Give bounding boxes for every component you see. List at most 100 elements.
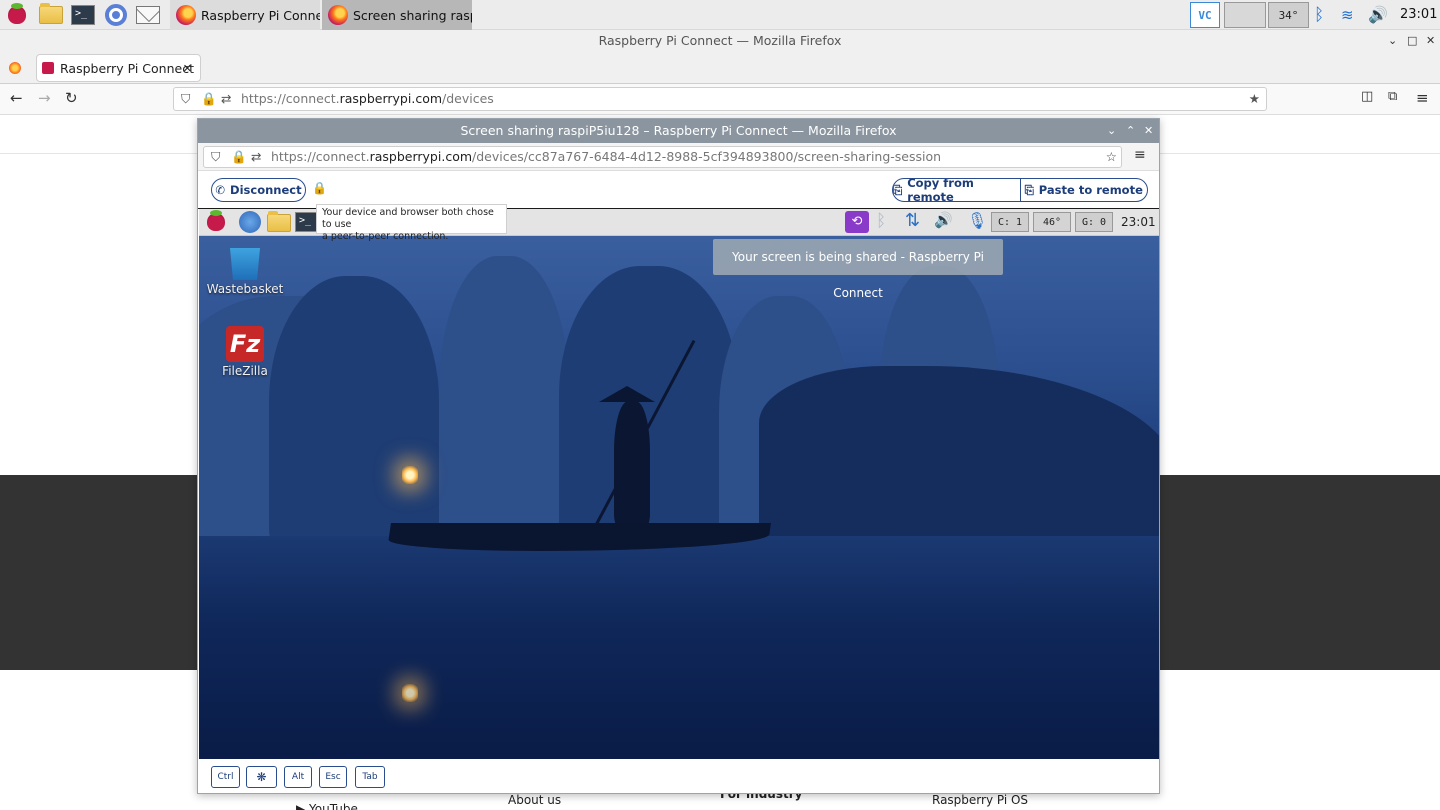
tab-key-button[interactable]: Tab (355, 766, 385, 788)
remote-file-manager-icon[interactable] (267, 211, 291, 232)
tab-close-icon[interactable]: ✕ (183, 62, 192, 75)
bluetooth-icon[interactable]: ᛒ (1314, 4, 1324, 26)
popup-minimize-icon[interactable]: ⌄ (1107, 119, 1116, 143)
minimize-icon[interactable]: ⌄ (1388, 30, 1397, 52)
raspberry-menu-icon[interactable] (5, 3, 29, 27)
popup-menu-icon[interactable]: ≡ (1134, 147, 1146, 163)
remote-network-icon[interactable]: ⇅ (905, 210, 920, 231)
remote-connect-icon[interactable]: ⟲ (845, 211, 869, 233)
bookmark-star-icon[interactable]: ☆ (1106, 147, 1117, 167)
host-tab-label: Raspberry Pi Connect (60, 60, 194, 76)
remote-microphone-icon[interactable]: 🎙 (967, 211, 987, 230)
maximize-icon[interactable]: □ (1407, 30, 1417, 52)
pocket-icon[interactable]: ◫ (1361, 89, 1373, 104)
host-tab-raspberry-pi-connect[interactable]: Raspberry Pi Connect ✕ (36, 54, 201, 82)
shield-icon[interactable]: ⛉ (211, 147, 220, 167)
extensions-icon[interactable]: ⧉ (1388, 89, 1397, 104)
host-window-title: Raspberry Pi Connect — Mozilla Firefox (0, 30, 1440, 52)
filezilla-icon[interactable]: Fz (226, 326, 264, 362)
shield-icon[interactable]: ⛉ (181, 88, 190, 110)
peer-to-peer-tooltip: Your device and browser both chose to us… (316, 204, 507, 242)
terminal-icon[interactable]: >_ (71, 3, 95, 27)
footer-os-link[interactable]: Raspberry Pi OS (932, 793, 1028, 807)
ctrl-key-button[interactable]: Ctrl (211, 766, 240, 788)
url-path: /devices/cc87a767-6484-4d12-8988-5cf3948… (472, 149, 942, 164)
clipboard-icon: ⎘ (1024, 182, 1034, 197)
filezilla-glyph: Fz (229, 330, 261, 358)
url-prefix: https://connect. (241, 91, 340, 106)
vnc-icon[interactable]: VC (1190, 2, 1220, 28)
task-label: Screen sharing raspi... (353, 7, 472, 23)
remote-terminal-icon[interactable]: >_ (295, 212, 317, 232)
mail-icon[interactable] (136, 3, 160, 27)
host-url-bar[interactable]: ⛉ 🔒 ⇄ https://connect.raspberrypi.com/de… (173, 87, 1267, 111)
taskbar-clock[interactable]: 23:01 (1400, 7, 1437, 22)
lock-icon[interactable]: 🔒 (231, 147, 247, 167)
bookmark-star-icon[interactable]: ★ (1249, 88, 1260, 110)
esc-key-button[interactable]: Esc (319, 766, 347, 788)
filezilla-label[interactable]: FileZilla (199, 364, 295, 378)
permissions-icon[interactable]: ⇄ (221, 88, 231, 110)
disconnect-label: Disconnect (230, 183, 302, 197)
copy-from-remote-button[interactable]: ⎘ Copy from remote (893, 179, 1020, 201)
wallpaper-lantern-reflection (402, 684, 418, 702)
wastebasket-icon[interactable] (230, 248, 260, 280)
wastebasket-label[interactable]: Wastebasket (199, 282, 295, 296)
disconnect-button[interactable]: ✆ Disconnect (211, 178, 306, 202)
lock-icon[interactable]: 🔒 (201, 88, 217, 110)
back-icon[interactable]: ← (10, 89, 23, 107)
remote-raspberry-menu-icon[interactable] (207, 210, 225, 231)
footer-about-link[interactable]: About us (508, 793, 561, 807)
task-screen-sharing[interactable]: Screen sharing raspi... (322, 0, 472, 30)
remote-cpu-readout: C: 1 (991, 212, 1029, 232)
taskbar: >_ Raspberry Pi Connec... Screen sharing… (0, 0, 1440, 30)
popup-maximize-icon[interactable]: ⌃ (1126, 119, 1135, 143)
alt-key-button[interactable]: Alt (284, 766, 312, 788)
url-domain: raspberrypi.com (339, 91, 443, 106)
remote-temp-readout: 46° (1033, 212, 1071, 232)
chromium-icon[interactable] (104, 3, 128, 27)
url-prefix: https://connect. (271, 149, 370, 164)
phone-icon: ✆ (215, 183, 226, 197)
tooltip-line-1: Your device and browser both chose to us… (322, 207, 494, 230)
wallpaper-mountain (439, 256, 569, 556)
task-raspberry-pi-connect[interactable]: Raspberry Pi Connec... (170, 0, 320, 30)
url-domain: raspberrypi.com (369, 149, 473, 164)
tooltip-line-2: a peer-to-peer connection. (322, 231, 449, 242)
url-path: /devices (442, 91, 494, 106)
firefox-icon (176, 5, 196, 25)
screen-shared-notification[interactable]: Your screen is being shared - Raspberry … (713, 239, 1003, 300)
clipboard-icon: ⎘ (893, 182, 903, 197)
footer-youtube-link[interactable]: ▶ YouTube (296, 802, 358, 810)
remote-screen[interactable]: >_ ⟲ ᛒ ⇅ 🔊 🎙 C: 1 46° G: 0 23:01 Wasteba… (199, 209, 1159, 759)
forward-icon[interactable]: → (38, 89, 51, 107)
remote-browser-icon[interactable] (239, 211, 261, 233)
connection-lock-icon[interactable]: 🔒 (312, 181, 327, 195)
raspberry-key-button[interactable]: ❋ (246, 766, 277, 788)
permissions-icon[interactable]: ⇄ (251, 147, 261, 167)
file-manager-icon[interactable] (39, 3, 63, 27)
firefox-view-icon[interactable] (9, 62, 21, 74)
popup-window-title: Screen sharing raspiP5iu128 – Raspberry … (198, 119, 1159, 143)
task-label: Raspberry Pi Connec... (201, 7, 320, 23)
popup-url-bar[interactable]: ⛉ 🔒 ⇄ https://connect.raspberrypi.com/de… (203, 146, 1122, 168)
remote-clock[interactable]: 23:01 (1121, 215, 1156, 229)
wallpaper-fisherman (614, 401, 650, 526)
paste-label: Paste to remote (1038, 183, 1143, 197)
menu-icon[interactable]: ≡ (1416, 89, 1429, 107)
reload-icon[interactable]: ↻ (65, 89, 78, 107)
volume-icon[interactable]: 🔊 (1368, 4, 1388, 26)
wallpaper-mountain (269, 276, 439, 556)
copy-label: Copy from remote (907, 178, 974, 202)
popup-close-icon[interactable]: ✕ (1144, 119, 1153, 143)
paste-to-remote-button[interactable]: ⎘ Paste to remote (1019, 179, 1148, 201)
firefox-icon (328, 5, 348, 25)
remote-volume-icon[interactable]: 🔊 (934, 211, 953, 229)
wifi-icon[interactable]: ≋ (1341, 4, 1354, 26)
wallpaper-trees (759, 366, 1159, 556)
cpu-monitor-graph (1224, 2, 1266, 28)
remote-bluetooth-icon[interactable]: ᛒ (876, 211, 886, 231)
remote-gpu-readout: G: 0 (1075, 212, 1113, 232)
host-nav-bar: ← → ↻ ⛉ 🔒 ⇄ https://connect.raspberrypi.… (0, 84, 1440, 115)
close-icon[interactable]: ✕ (1426, 30, 1435, 52)
